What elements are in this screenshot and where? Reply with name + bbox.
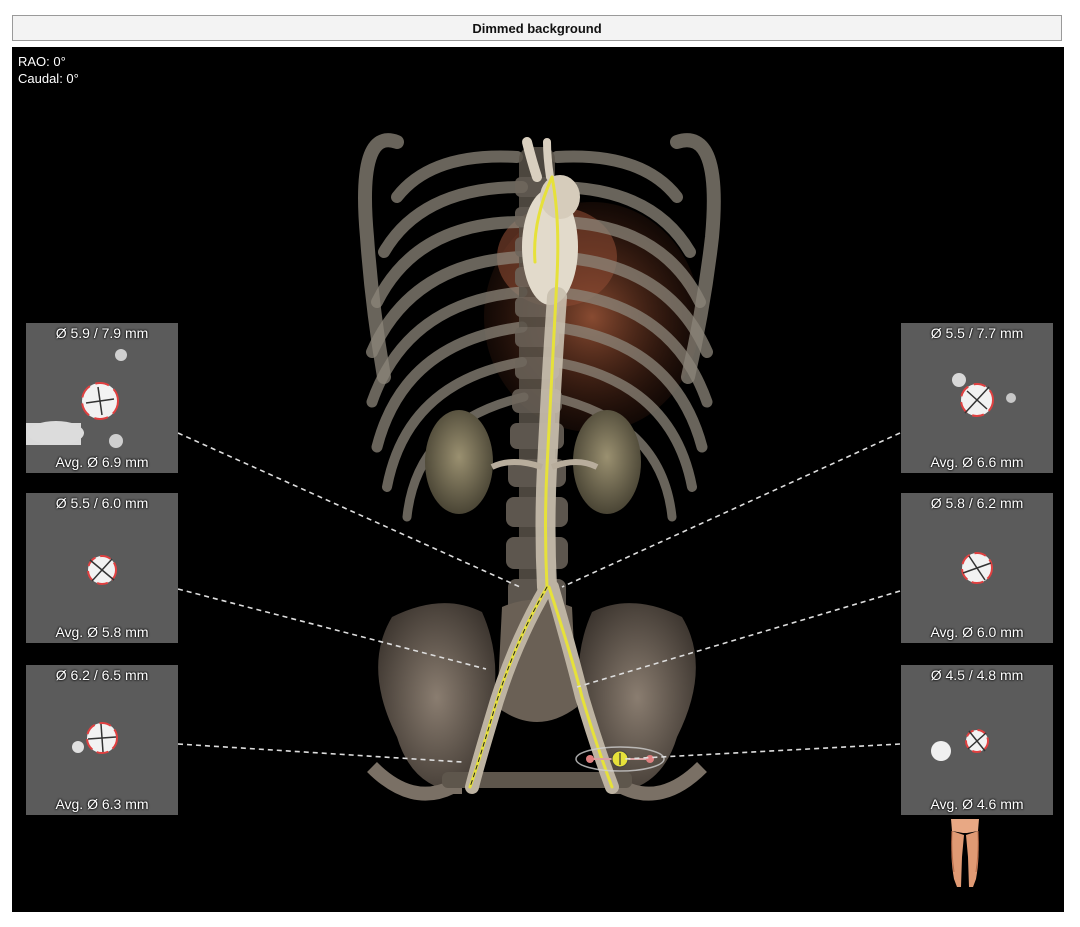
diameter-label: Ø 5.5 / 6.0 mm [55, 495, 149, 511]
cross-section-panel-right-3[interactable]: Ø 4.5 / 4.8 mm Avg. Ø 4.6 mm [901, 665, 1053, 815]
average-diameter-label: Avg. Ø 6.6 mm [930, 454, 1024, 470]
cross-section-panel-left-1[interactable]: Ø 5.9 / 7.9 mm Avg. Ø 6.9 mm [26, 323, 178, 473]
cross-section-panel-left-2[interactable]: Ø 5.5 / 6.0 mm Avg. Ø 5.8 mm [26, 493, 178, 643]
cross-section-panel-right-2[interactable]: Ø 5.8 / 6.2 mm Avg. Ø 6.0 mm [901, 493, 1053, 643]
average-diameter-label: Avg. Ø 5.8 mm [55, 624, 149, 640]
rao-angle: RAO: 0° [18, 54, 66, 69]
view-title: Dimmed background [472, 20, 602, 36]
average-diameter-label: Avg. Ø 6.0 mm [930, 624, 1024, 640]
measurement-cursor[interactable] [575, 746, 665, 772]
view-title-bar[interactable]: Dimmed background [12, 15, 1062, 41]
pelvis [367, 599, 707, 801]
body-orientation-legs-icon[interactable] [945, 817, 985, 889]
average-diameter-label: Avg. Ø 6.9 mm [55, 454, 149, 470]
diameter-label: Ø 5.8 / 6.2 mm [930, 495, 1024, 511]
cross-section-panel-left-3[interactable]: Ø 6.2 / 6.5 mm Avg. Ø 6.3 mm [26, 665, 178, 815]
diameter-label: Ø 4.5 / 4.8 mm [930, 667, 1024, 683]
average-diameter-label: Avg. Ø 4.6 mm [930, 796, 1024, 812]
3d-render-viewport[interactable]: RAO: 0° Caudal: 0° Ø 5.9 / 7.9 mm Avg. Ø… [12, 47, 1064, 912]
view-orientation: RAO: 0° Caudal: 0° [18, 53, 79, 87]
cross-section-panel-right-1[interactable]: Ø 5.5 / 7.7 mm Avg. Ø 6.6 mm [901, 323, 1053, 473]
diameter-label: Ø 6.2 / 6.5 mm [55, 667, 149, 683]
diameter-label: Ø 5.9 / 7.9 mm [55, 325, 149, 341]
diameter-label: Ø 5.5 / 7.7 mm [930, 325, 1024, 341]
average-diameter-label: Avg. Ø 6.3 mm [55, 796, 149, 812]
caudal-angle: Caudal: 0° [18, 71, 79, 86]
